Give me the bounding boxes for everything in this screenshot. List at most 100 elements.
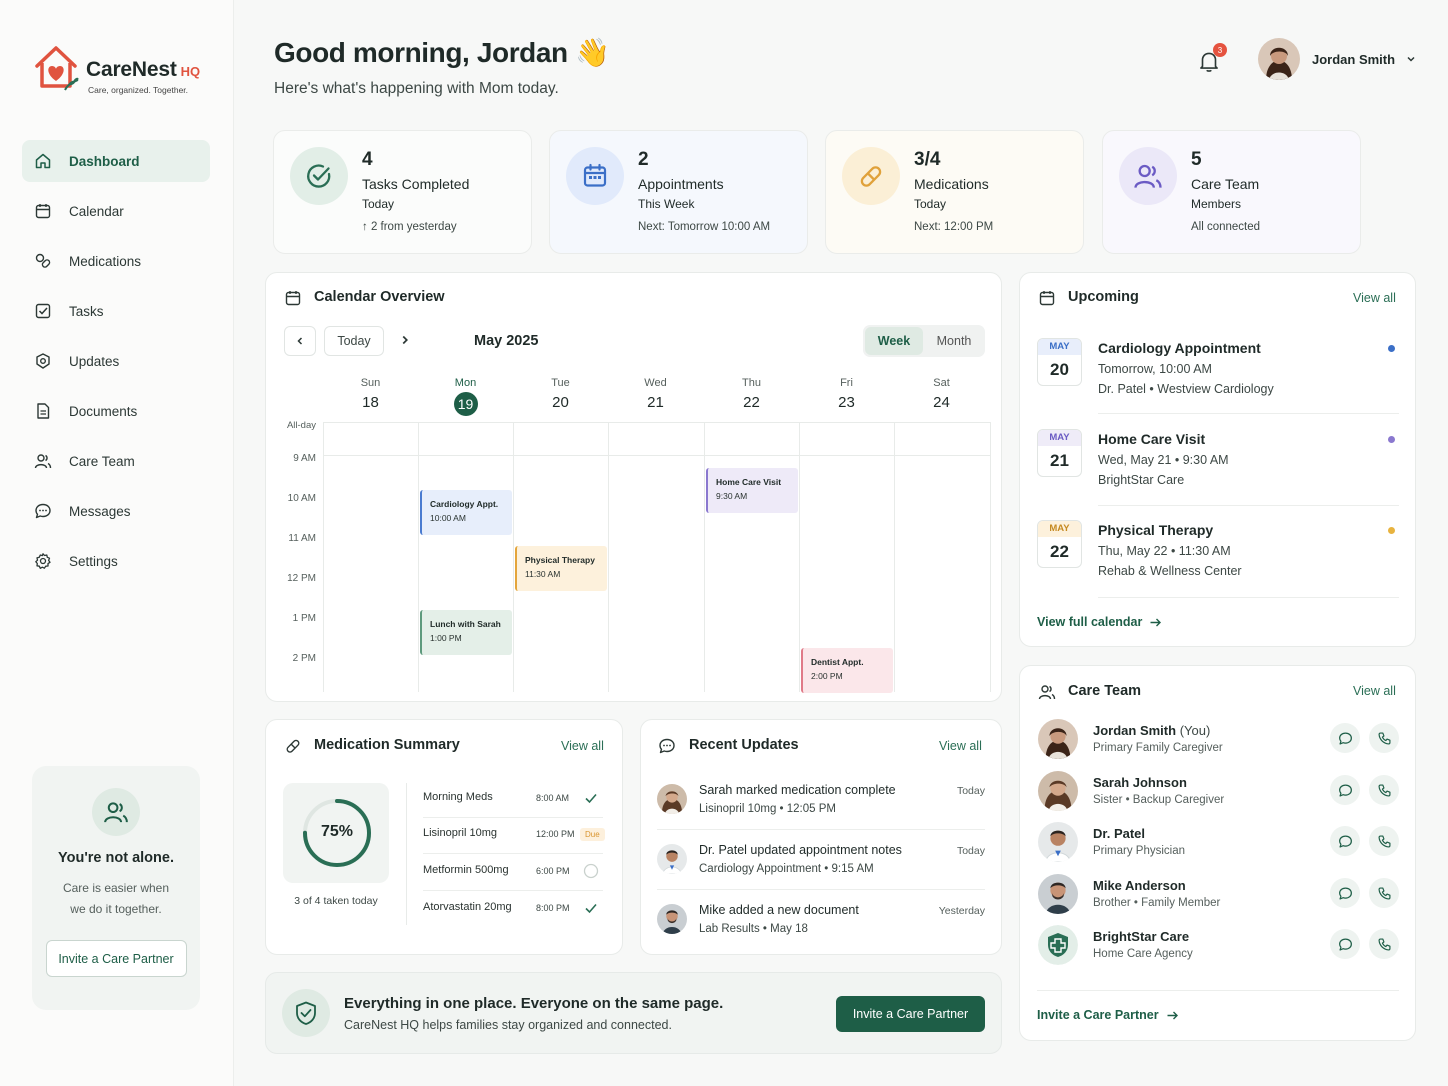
invite-care-partner-button[interactable]: Invite a Care Partner — [45, 940, 187, 977]
call-member-button[interactable] — [1369, 775, 1399, 805]
message-member-button[interactable] — [1330, 929, 1360, 959]
medication-row[interactable]: Lisinopril 10mg 12:00 PM Due — [423, 827, 605, 847]
day-header[interactable]: Sun 18 — [323, 377, 418, 411]
message-member-button[interactable] — [1330, 826, 1360, 856]
message-member-button[interactable] — [1330, 775, 1360, 805]
agency-logo — [1038, 925, 1078, 965]
time-label: 11 AM — [288, 533, 316, 544]
sidebar-item-label: Tasks — [69, 303, 104, 319]
stat-card-care-team[interactable]: 5 Care Team Members All connected — [1102, 130, 1361, 254]
upcoming-item[interactable]: MAY 22 Physical Therapy Thu, May 22 • 11:… — [1037, 520, 1399, 612]
call-member-button[interactable] — [1369, 878, 1399, 908]
care-team-member[interactable]: Jordan Smith (You) Primary Family Caregi… — [1038, 719, 1400, 763]
medication-time: 8:00 AM — [536, 793, 570, 803]
sidebar-item-tasks[interactable]: Tasks — [22, 290, 210, 332]
calendar-event[interactable]: Cardiology Appt. 10:00 AM — [420, 490, 512, 535]
invite-care-partner-link[interactable]: Invite a Care Partner — [1037, 1008, 1179, 1022]
sidebar-item-documents[interactable]: Documents — [22, 390, 210, 432]
home-icon — [35, 153, 51, 169]
pending-circle-icon[interactable] — [583, 863, 599, 879]
event-time: 1:00 PM — [430, 633, 462, 643]
message-member-button[interactable] — [1330, 723, 1360, 753]
stat-card-appointments[interactable]: 2 Appointments This Week Next: Tomorrow … — [549, 130, 808, 254]
day-header-today[interactable]: Mon 19 — [418, 377, 513, 416]
updates-view-all-link[interactable]: View all — [939, 739, 982, 753]
time-label: 12 PM — [287, 573, 316, 584]
next-week-button[interactable] — [398, 332, 418, 352]
event-title: Lunch with Sarah — [430, 619, 501, 629]
date-badge: MAY 21 — [1037, 429, 1082, 477]
medication-view-all-link[interactable]: View all — [561, 739, 604, 753]
day-header[interactable]: Fri 23 — [799, 377, 894, 411]
event-time: 2:00 PM — [811, 671, 843, 681]
day-date: 23 — [838, 394, 855, 411]
sidebar-item-messages[interactable]: Messages — [22, 490, 210, 532]
sidebar-item-updates[interactable]: Updates — [22, 340, 210, 382]
prev-week-button[interactable] — [284, 326, 316, 356]
day-date: 21 — [647, 394, 664, 411]
call-member-button[interactable] — [1369, 826, 1399, 856]
update-item[interactable]: Mike added a new document Lab Results • … — [657, 901, 985, 957]
phone-icon — [1378, 835, 1390, 847]
stat-card-tasks[interactable]: 4 Tasks Completed Today ↑ 2 from yesterd… — [273, 130, 532, 254]
status-dot — [1388, 345, 1395, 352]
medication-row[interactable]: Morning Meds 8:00 AM — [423, 791, 603, 811]
sidebar-item-label: Documents — [69, 403, 138, 419]
sidebar-item-care-team[interactable]: Care Team — [22, 440, 210, 482]
user-menu[interactable]: Jordan Smith — [1258, 38, 1417, 80]
message-icon — [1338, 834, 1352, 848]
call-member-button[interactable] — [1369, 723, 1399, 753]
calendar-event[interactable]: Dentist Appt. 2:00 PM — [801, 648, 893, 693]
avatar — [1038, 771, 1078, 811]
day-header[interactable]: Sat 24 — [894, 377, 989, 411]
sidebar-item-calendar[interactable]: Calendar — [22, 190, 210, 232]
medication-progress-percent: 75% — [320, 823, 354, 840]
week-view-toggle[interactable]: Week — [865, 327, 923, 355]
date-badge-day: 22 — [1050, 542, 1069, 561]
calendar-event[interactable]: Physical Therapy 11:30 AM — [515, 546, 607, 591]
sidebar-item-settings[interactable]: Settings — [22, 540, 210, 582]
medication-time: 8:00 PM — [536, 903, 570, 913]
calendar-icon — [285, 291, 301, 306]
view-full-calendar-link[interactable]: View full calendar — [1037, 615, 1162, 629]
care-team-member[interactable]: Mike Anderson Brother • Family Member — [1038, 874, 1400, 918]
month-view-toggle[interactable]: Month — [925, 327, 983, 355]
update-detail: Lisinopril 10mg • 12:05 PM — [699, 803, 836, 815]
call-member-button[interactable] — [1369, 929, 1399, 959]
care-team-view-all-link[interactable]: View all — [1353, 684, 1396, 698]
medication-row[interactable]: Atorvastatin 20mg 8:00 PM — [423, 901, 603, 921]
calendar-event[interactable]: Lunch with Sarah 1:00 PM — [420, 610, 512, 655]
sidebar-item-dashboard[interactable]: Dashboard — [22, 140, 210, 182]
logo[interactable]: CareNest HQ Care, organized. Together. — [32, 42, 200, 95]
member-name-line: Jordan Smith (You) — [1093, 723, 1210, 738]
banner-invite-button[interactable]: Invite a Care Partner — [836, 996, 985, 1032]
view-toggle: Week Month — [863, 325, 985, 357]
member-role: Primary Family Caregiver — [1093, 742, 1223, 754]
shield-check-icon — [296, 1001, 316, 1025]
message-member-button[interactable] — [1330, 878, 1360, 908]
phone-icon — [1378, 784, 1390, 796]
day-header[interactable]: Wed 21 — [608, 377, 703, 411]
greeting-subtitle: Here's what's happening with Mom today. — [274, 80, 559, 97]
care-team-member[interactable]: Sarah Johnson Sister • Backup Caregiver — [1038, 771, 1400, 815]
member-name: Mike Anderson — [1093, 878, 1186, 893]
day-header[interactable]: Tue 20 — [513, 377, 608, 411]
day-name: Fri — [840, 377, 853, 389]
brand-suffix: HQ — [180, 64, 201, 79]
calendar-event[interactable]: Home Care Visit 9:30 AM — [706, 468, 798, 513]
care-team-title: Care Team — [1068, 683, 1142, 699]
sidebar-item-medications[interactable]: Medications — [22, 240, 210, 282]
medication-row[interactable]: Metformin 500mg 6:00 PM — [423, 863, 603, 884]
stat-card-medications[interactable]: 3/4 Medications Today Next: 12:00 PM — [825, 130, 1084, 254]
update-detail: Cardiology Appointment • 9:15 AM — [699, 863, 874, 875]
member-you-tag: (You) — [1179, 723, 1211, 738]
house-heart-logo-icon — [35, 46, 79, 91]
upcoming-item[interactable]: MAY 20 Cardiology Appointment Tomorrow, 1… — [1037, 338, 1399, 430]
upcoming-item-title: Home Care Visit — [1098, 431, 1206, 447]
upcoming-item[interactable]: MAY 21 Home Care Visit Wed, May 21 • 9:30… — [1037, 429, 1399, 521]
care-team-member[interactable]: Dr. Patel Primary Physician — [1038, 822, 1400, 866]
today-button[interactable]: Today — [324, 326, 384, 356]
care-team-member[interactable]: BrightStar Care Home Care Agency — [1038, 925, 1400, 969]
upcoming-view-all-link[interactable]: View all — [1353, 291, 1396, 305]
day-header[interactable]: Thu 22 — [704, 377, 799, 411]
